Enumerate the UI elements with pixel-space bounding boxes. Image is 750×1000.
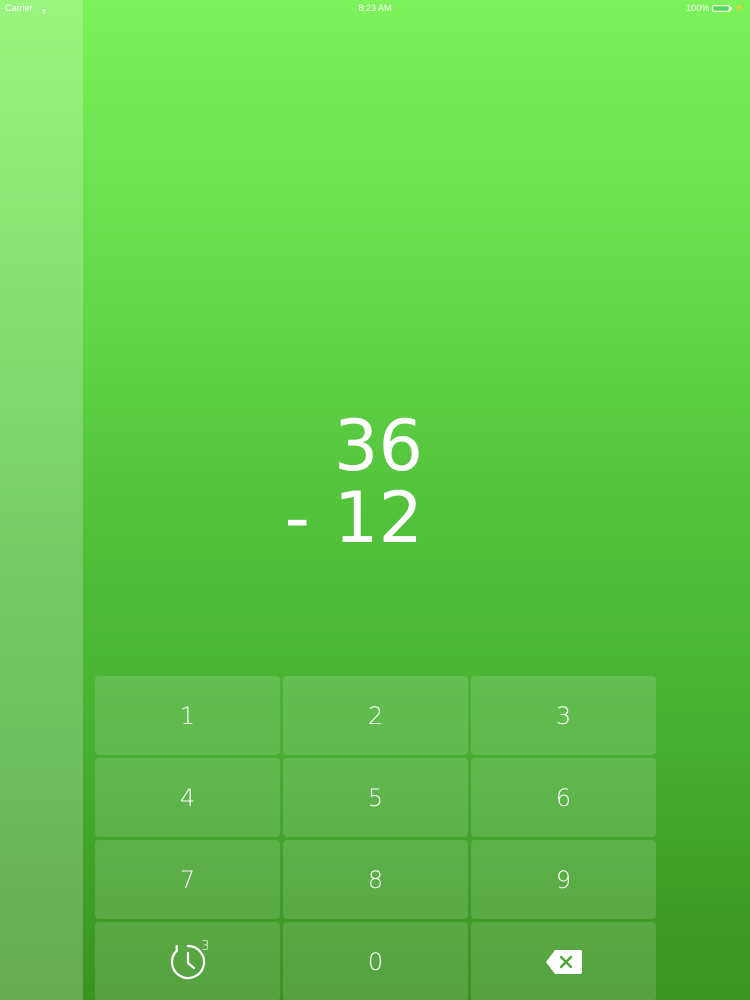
battery-percent: 100%	[686, 3, 710, 13]
timer-icon-wrap: 3	[168, 938, 210, 982]
sidebar-panel[interactable]	[0, 0, 83, 1000]
key-2[interactable]: 2	[283, 676, 468, 755]
number-keypad: 1 2 3 4 5 6 7 8 9 3 0	[95, 676, 656, 1000]
key-5[interactable]: 5	[283, 758, 468, 837]
backspace-button[interactable]	[471, 922, 656, 1000]
status-time: 8:23 AM	[358, 3, 392, 13]
battery-status: 100% ⚡	[686, 3, 744, 13]
key-0[interactable]: 0	[283, 922, 468, 1000]
top-operand-row: 36	[283, 410, 423, 482]
status-bar: Carrier 8:23 AM 100% ⚡	[0, 0, 750, 16]
math-problem: 36 - 12	[283, 410, 423, 554]
key-1[interactable]: 1	[95, 676, 280, 755]
key-3[interactable]: 3	[471, 676, 656, 755]
key-7[interactable]: 7	[95, 840, 280, 919]
bottom-operand-row: - 12	[283, 482, 423, 554]
backspace-icon	[545, 949, 582, 974]
key-8[interactable]: 8	[283, 840, 468, 919]
timer-button[interactable]: 3	[95, 922, 280, 1000]
timer-badge: 3	[201, 938, 210, 954]
top-operand: 36	[333, 405, 423, 487]
operator: -	[284, 477, 310, 559]
key-4[interactable]: 4	[95, 758, 280, 837]
charging-icon: ⚡	[735, 5, 744, 12]
battery-icon	[712, 4, 733, 12]
key-6[interactable]: 6	[471, 758, 656, 837]
bottom-operand: 12	[333, 477, 423, 559]
key-9[interactable]: 9	[471, 840, 656, 919]
